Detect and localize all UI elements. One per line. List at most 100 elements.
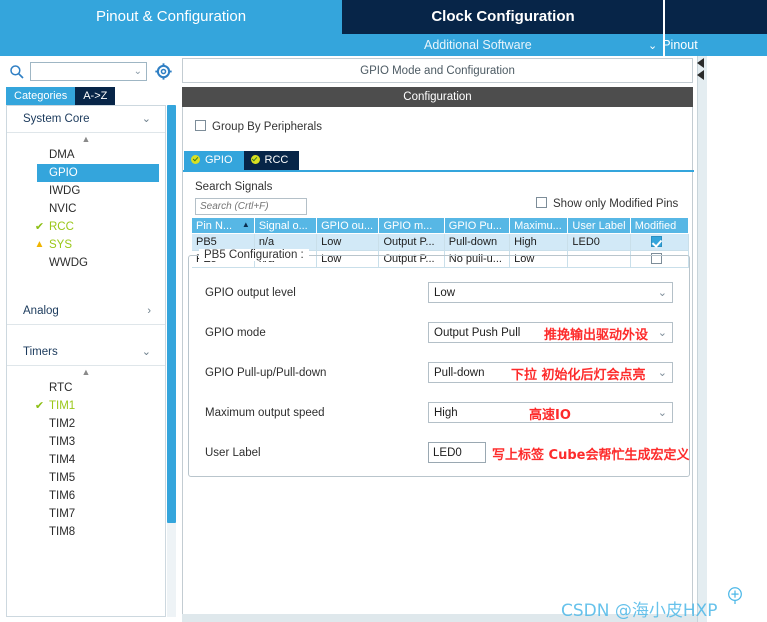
sidebar-group-label: Analog	[23, 305, 59, 317]
configuration-content: Group By Peripherals GPIO RCC Search Sig…	[182, 107, 694, 622]
value-maximum-output-speed: High	[434, 407, 458, 419]
tab-rcc[interactable]: RCC	[243, 151, 300, 170]
config-row-user-label: User Label 写上标签 Cube会帮忙生成宏定义	[189, 442, 691, 466]
table-header-row: Pin N... ▲ Signal o... GPIO ou... GPIO m…	[192, 218, 690, 234]
tab-gpio[interactable]: GPIO	[184, 151, 244, 170]
sidebar-item-tim8[interactable]: TIM8	[7, 523, 165, 541]
zoom-in-icon[interactable]	[726, 586, 744, 604]
cell-modified[interactable]	[630, 233, 690, 251]
label-gpio-output-level: GPIO output level	[205, 287, 296, 299]
sidebar-category-list: System Core ⌄ ▲ DMA GPIO IWDG NVIC ✔ RCC…	[6, 105, 166, 617]
label-gpio-pull-up-pull-down: GPIO Pull-up/Pull-down	[205, 367, 327, 379]
sidebar-item-tim7[interactable]: TIM7	[7, 505, 165, 523]
sidebar-search-combo[interactable]: ⌄	[30, 62, 147, 81]
chevron-down-icon: ⌄	[657, 287, 667, 299]
label-user-label: User Label	[205, 447, 261, 459]
sidebar-item-tim6[interactable]: TIM6	[7, 487, 165, 505]
search-input[interactable]	[34, 65, 133, 78]
sidebar-item-iwdg[interactable]: IWDG	[7, 182, 165, 200]
peripheral-tab-group: GPIO RCC	[184, 151, 300, 170]
label-maximum-output-speed: Maximum output speed	[205, 407, 325, 419]
column-header-gpio-output-level[interactable]: GPIO ou...	[316, 218, 380, 234]
cell-signal: n/a	[254, 233, 318, 251]
collapse-arrows-icon[interactable]	[693, 56, 707, 86]
gpio-mode-header: GPIO Mode and Configuration	[182, 58, 693, 83]
sidebar-scrollbar-thumb[interactable]	[167, 105, 176, 523]
scroll-up-indicator[interactable]: ▲	[7, 133, 165, 146]
sidebar-item-sys[interactable]: ▲ SYS	[7, 236, 165, 254]
cell-gpio-pull: Pull-down	[444, 233, 511, 251]
column-header-modified[interactable]: Modified	[630, 218, 690, 234]
column-header-gpio-mode[interactable]: GPIO m...	[378, 218, 445, 234]
pinout-menu[interactable]: ⌄ Pinout	[648, 34, 698, 56]
sidebar-item-tim5[interactable]: TIM5	[7, 469, 165, 487]
group-by-peripherals-checkbox-row[interactable]: Group By Peripherals	[195, 120, 322, 136]
sidebar-item-tim2[interactable]: TIM2	[7, 415, 165, 433]
right-empty-area	[707, 56, 767, 622]
status-ok-icon	[191, 155, 200, 164]
additional-software-link[interactable]: Additional Software	[424, 34, 532, 56]
sidebar-item-wwdg[interactable]: WWDG	[7, 254, 165, 272]
tab-pinout-and-configuration[interactable]: Pinout & Configuration	[0, 0, 342, 34]
value-gpio-pull-up-pull-down: Pull-down	[434, 367, 485, 379]
chevron-down-icon: ⌄	[657, 327, 667, 339]
cell-user-label: LED0	[567, 233, 631, 251]
column-header-maximum-speed[interactable]: Maximu...	[509, 218, 569, 234]
chevron-down-icon: ⌄	[657, 367, 667, 379]
chevron-down-icon: ⌄	[141, 346, 151, 358]
column-header-user-label[interactable]: User Label	[567, 218, 631, 234]
sidebar-item-tim4[interactable]: TIM4	[7, 451, 165, 469]
sidebar-item-rtc[interactable]: RTC	[7, 379, 165, 397]
sidebar-item-gpio[interactable]: GPIO	[37, 164, 159, 182]
sidebar-search-row: ⌄	[0, 60, 178, 86]
sidebar-group-analog[interactable]: Analog ›	[7, 298, 165, 325]
sidebar-group-label: Timers	[23, 346, 58, 358]
sidebar-item-dma[interactable]: DMA	[7, 146, 165, 164]
dropdown-gpio-output-level[interactable]: Low ⌄	[428, 282, 673, 303]
cell-pin-name: PB5	[192, 233, 255, 251]
sidebar-tab-categories[interactable]: Categories	[6, 87, 76, 105]
sidebar-item-label: TIM1	[49, 400, 76, 412]
modified-checkbox[interactable]	[650, 235, 662, 247]
sidebar-item-nvic[interactable]: NVIC	[7, 200, 165, 218]
chevron-down-icon: ⌄	[141, 113, 151, 125]
pinout-menu-label: Pinout	[662, 38, 698, 52]
sidebar-item-label: SYS	[49, 239, 73, 251]
search-signals-label: Search Signals	[195, 181, 273, 193]
gear-icon[interactable]	[155, 63, 172, 80]
cell-gpio-mode: Output P...	[378, 233, 445, 251]
column-header-gpio-pull[interactable]: GPIO Pu...	[444, 218, 511, 234]
tab-bar-filler	[664, 0, 767, 34]
sidebar-item-tim3[interactable]: TIM3	[7, 433, 165, 451]
pb5-configuration-group: PB5 Configuration : GPIO output level Lo…	[188, 249, 691, 477]
sidebar-group-timers[interactable]: Timers ⌄	[7, 339, 165, 366]
column-header-signal-on-pin[interactable]: Signal o...	[254, 218, 318, 234]
show-only-modified-pins-row[interactable]: Show only Modified Pins	[536, 197, 678, 210]
search-signals-input[interactable]	[195, 198, 307, 215]
cell-output-level: Low	[316, 233, 380, 251]
check-icon: ✔	[34, 221, 45, 233]
cell-max-speed: High	[509, 233, 569, 251]
show-only-modified-pins-checkbox[interactable]	[536, 197, 547, 208]
chevron-down-icon: ⌄	[657, 407, 667, 419]
group-by-peripherals-checkbox[interactable]	[195, 120, 206, 131]
tab-gpio-label: GPIO	[205, 154, 233, 166]
scroll-up-indicator[interactable]: ▲	[7, 366, 165, 379]
sidebar-item-tim1[interactable]: ✔ TIM1	[7, 397, 165, 415]
sidebar-item-rcc[interactable]: ✔ RCC	[7, 218, 165, 236]
sidebar-group-system-core[interactable]: System Core ⌄	[7, 106, 165, 133]
sidebar-tab-a-to-z[interactable]: A->Z	[75, 87, 116, 105]
group-by-peripherals-label: Group By Peripherals	[212, 121, 322, 133]
sidebar-scrollbar[interactable]	[167, 105, 176, 617]
column-header-pin-name[interactable]: Pin N... ▲	[192, 218, 255, 234]
check-icon: ✔	[34, 400, 45, 412]
warning-icon: ▲	[34, 239, 45, 250]
system-core-items: DMA GPIO IWDG NVIC ✔ RCC ▲ SYS WWDG	[7, 146, 165, 272]
sidebar-tab-group: Categories A->Z	[6, 87, 116, 105]
tab-clock-configuration[interactable]: Clock Configuration	[342, 0, 664, 34]
main-panel-scrollbar[interactable]	[697, 56, 707, 622]
user-label-input[interactable]	[428, 442, 486, 463]
tab-rcc-label: RCC	[264, 154, 289, 166]
pb5-configuration-title: PB5 Configuration :	[199, 249, 309, 261]
table-row[interactable]: PB5 n/a Low Output P... Pull-down High L…	[192, 233, 690, 251]
